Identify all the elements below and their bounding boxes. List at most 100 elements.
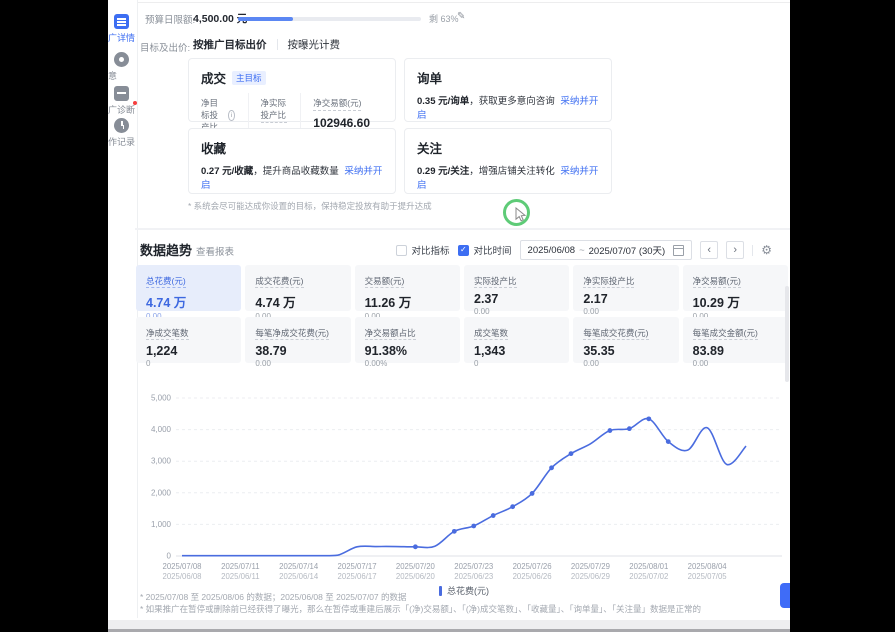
- metric-value: 10.29 万: [693, 292, 778, 311]
- svg-text:0: 0: [167, 552, 172, 561]
- metric-card[interactable]: 每笔成交金额(元)83.890.00: [683, 317, 788, 363]
- metric-compare-value: 0.00: [693, 359, 778, 368]
- floating-side-tab[interactable]: [780, 583, 790, 608]
- diagnosis-icon: [114, 86, 129, 101]
- info-icon: i: [228, 110, 234, 121]
- svg-text:2025/06/26: 2025/06/26: [513, 572, 552, 581]
- date-separator: ~: [579, 245, 585, 256]
- svg-text:2025/07/17: 2025/07/17: [338, 562, 377, 571]
- budget-progress-fill: [238, 17, 293, 21]
- metric-label: 成交笔数: [474, 328, 508, 340]
- tab-bid-by-exposure[interactable]: 按曝光计费: [288, 37, 341, 52]
- metric-card[interactable]: 成交笔数1,3430: [464, 317, 569, 363]
- svg-text:2025/06/29: 2025/06/29: [571, 572, 610, 581]
- calendar-icon: [673, 245, 684, 256]
- sidebar-item-label: 推广诊断: [108, 103, 135, 116]
- history-icon: [114, 118, 129, 133]
- metric-cards-row-2: 净成交笔数1,2240每笔净成交花费(元)38.790.00净交易额占比91.3…: [136, 317, 788, 363]
- next-period-button[interactable]: ›: [726, 241, 744, 259]
- footnote-period: * 2025/07/08 至 2025/08/06 的数据；2025/06/08…: [140, 591, 407, 603]
- svg-text:3,000: 3,000: [151, 457, 172, 466]
- metric-label: 实际投产比: [474, 276, 517, 288]
- metric-label: 成交花费(元): [255, 276, 303, 288]
- bid-mode-tabs: 按推广目标出价 按曝光计费: [193, 37, 340, 52]
- metric-card[interactable]: 成交花费(元)4.74 万0.00: [245, 265, 350, 311]
- footnote-disclaimer: * 如果推广在暂停或删除前已经获得了曝光，那么在暂停或重建后展示「(净)交易额」…: [140, 603, 701, 615]
- screenshot-stage: 推广详情创意推广诊断操作记录 预算日限额: 4,500.00 元 剩 63% ✎…: [0, 0, 895, 632]
- scrollbar-thumb[interactable]: [785, 286, 789, 382]
- metric-compare-value: 0.00: [583, 359, 668, 368]
- metric-card[interactable]: 实际投产比2.370.00: [464, 265, 569, 311]
- svg-text:2025/07/02: 2025/07/02: [629, 572, 668, 581]
- view-report-link[interactable]: 查看报表: [196, 244, 234, 258]
- click-highlight-ring: [503, 199, 530, 226]
- trend-title: 数据趋势: [140, 240, 192, 259]
- sidebar-item-label: 操作记录: [108, 135, 135, 148]
- compare-time-label[interactable]: 对比时间: [474, 243, 512, 257]
- svg-text:2025/06/14: 2025/06/14: [279, 572, 319, 581]
- metric-label: 每笔成交金额(元): [693, 328, 758, 340]
- metric-card[interactable]: 交易额(元)11.26 万0.00: [355, 265, 460, 311]
- svg-text:2025/07/08: 2025/07/08: [162, 562, 201, 571]
- panel-top-border: [135, 2, 790, 3]
- metric-value: 1,224: [146, 344, 231, 358]
- metric-card[interactable]: 总花费(元)4.74 万0.00: [136, 265, 241, 311]
- tab-bid-by-goal[interactable]: 按推广目标出价: [193, 37, 267, 52]
- goal-card-title: 询单: [417, 68, 442, 87]
- metric-label: 净交易额占比: [365, 328, 416, 340]
- section-divider: [135, 228, 790, 230]
- edit-budget-icon[interactable]: ✎: [457, 11, 465, 22]
- metric-label: 交易额(元): [365, 276, 405, 288]
- bottom-strip: [108, 620, 790, 629]
- goal-card-title: 关注: [417, 138, 442, 157]
- sidebar-item-label: 创意: [108, 69, 117, 82]
- svg-text:2025/07/11: 2025/07/11: [221, 562, 259, 571]
- goal-card-desc: 0.29 元/关注，增强店铺关注转化 采纳并开启: [417, 163, 599, 191]
- metric-value: 4.74 万: [255, 292, 340, 311]
- goal-card-price: 0.35 元/询单: [417, 96, 469, 107]
- metric-card[interactable]: 净交易额占比91.38%0.00%: [355, 317, 460, 363]
- budget-remaining-label: 剩 63%: [429, 12, 459, 25]
- compare-metric-checkbox[interactable]: [396, 245, 407, 256]
- metric-compare-value: 0.00: [474, 307, 559, 316]
- compare-metric-label[interactable]: 对比指标: [412, 243, 450, 257]
- sidebar-item-4[interactable]: 操作记录: [108, 118, 137, 152]
- svg-text:2025/07/23: 2025/07/23: [454, 562, 493, 571]
- sidebar-item-3[interactable]: 推广诊断: [108, 86, 137, 120]
- metric-card[interactable]: 每笔成交花费(元)35.350.00: [573, 317, 678, 363]
- goal-card-3: 收藏0.27 元/收藏，提升商品收藏数量 采纳并开启: [188, 128, 396, 194]
- sidebar-item-2[interactable]: 创意: [108, 52, 137, 86]
- goal-card-1: 成交主目标净目标投产比i2.45 ✎净实际投产比2.17净交易额(元)10294…: [188, 58, 396, 122]
- settings-gear-icon[interactable]: ⚙: [761, 243, 772, 257]
- svg-text:2025/07/26: 2025/07/26: [513, 562, 552, 571]
- goal-bid-label: 目标及出价:: [140, 40, 190, 54]
- metric-card[interactable]: 净成交笔数1,2240: [136, 317, 241, 363]
- primary-goal-badge: 主目标: [232, 71, 266, 85]
- metric-card[interactable]: 净实际投产比2.170.00: [573, 265, 678, 311]
- svg-text:2025/08/01: 2025/08/01: [629, 562, 668, 571]
- legend-marker: [439, 586, 442, 596]
- goal-card-title: 成交: [201, 68, 226, 87]
- date-start: 2025/06/08: [528, 245, 576, 256]
- svg-text:2025/06/11: 2025/06/11: [221, 572, 259, 581]
- svg-text:2025/06/08: 2025/06/08: [162, 572, 201, 581]
- mouse-cursor-icon: [514, 207, 527, 223]
- metric-label: 总花费(元): [146, 276, 186, 288]
- metric-cards-row-1: 总花费(元)4.74 万0.00成交花费(元)4.74 万0.00交易额(元)1…: [136, 265, 788, 311]
- compare-time-checkbox[interactable]: [458, 245, 469, 256]
- metric-compare-value: 0: [474, 359, 559, 368]
- metric-compare-value: 0.00%: [365, 359, 450, 368]
- metric-card[interactable]: 净交易额(元)10.29 万0.00: [683, 265, 788, 311]
- metric-value: 83.89: [693, 344, 778, 358]
- goal-card-title: 收藏: [201, 138, 226, 157]
- prev-period-button[interactable]: ‹: [700, 241, 718, 259]
- date-range-input[interactable]: 2025/06/08 ~ 2025/07/07 (30天): [520, 240, 693, 260]
- daily-budget-row: 预算日限额: 4,500.00 元 剩 63% ✎: [108, 8, 790, 30]
- metric-value: 38.79: [255, 344, 340, 358]
- metric-value: 1,343: [474, 344, 559, 358]
- svg-text:2025/07/29: 2025/07/29: [571, 562, 610, 571]
- trend-line-chart: 01,0002,0003,0004,0005,0002025/07/082025…: [138, 388, 790, 584]
- metric-value: 35.35: [583, 344, 668, 358]
- svg-text:2025/07/20: 2025/07/20: [396, 562, 436, 571]
- metric-card[interactable]: 每笔净成交花费(元)38.790.00: [245, 317, 350, 363]
